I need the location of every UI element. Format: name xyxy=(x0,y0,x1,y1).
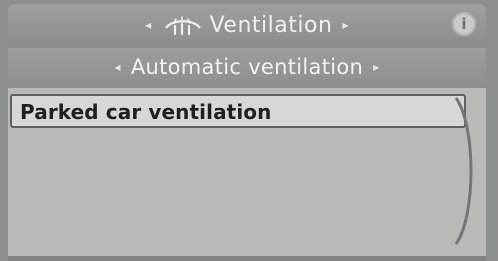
ventilation-icon xyxy=(164,16,201,36)
info-icon[interactable]: i xyxy=(452,12,476,36)
subheader-left-arrow-icon[interactable]: ◂ xyxy=(115,60,121,74)
subheader-content: ◂ Automatic ventilation ▸ xyxy=(8,48,486,86)
header-bar: ◂ Ventilation ▸ i xyxy=(8,4,486,46)
header-content: ◂ Ventilation ▸ xyxy=(8,4,486,46)
list-item-parked-car-ventilation[interactable]: Parked car ventilation xyxy=(10,94,466,128)
bottom-strip xyxy=(8,256,486,261)
left-arrow-icon[interactable]: ◂ xyxy=(145,18,152,32)
menu-list-panel: Parked car ventilation xyxy=(8,88,486,256)
scroll-arc-icon xyxy=(454,97,473,245)
subheader-title: Automatic ventilation xyxy=(130,55,364,79)
right-arrow-icon[interactable]: ▸ xyxy=(342,18,349,32)
subheader-bar: ◂ Automatic ventilation ▸ xyxy=(8,48,486,86)
header-title: Ventilation xyxy=(209,12,333,38)
list-item-label: Parked car ventilation xyxy=(20,100,272,124)
subheader-right-arrow-icon[interactable]: ▸ xyxy=(373,60,379,74)
ventilation-screen: ◂ Ventilation ▸ i ◂ Automatic ventilatio… xyxy=(0,0,498,261)
